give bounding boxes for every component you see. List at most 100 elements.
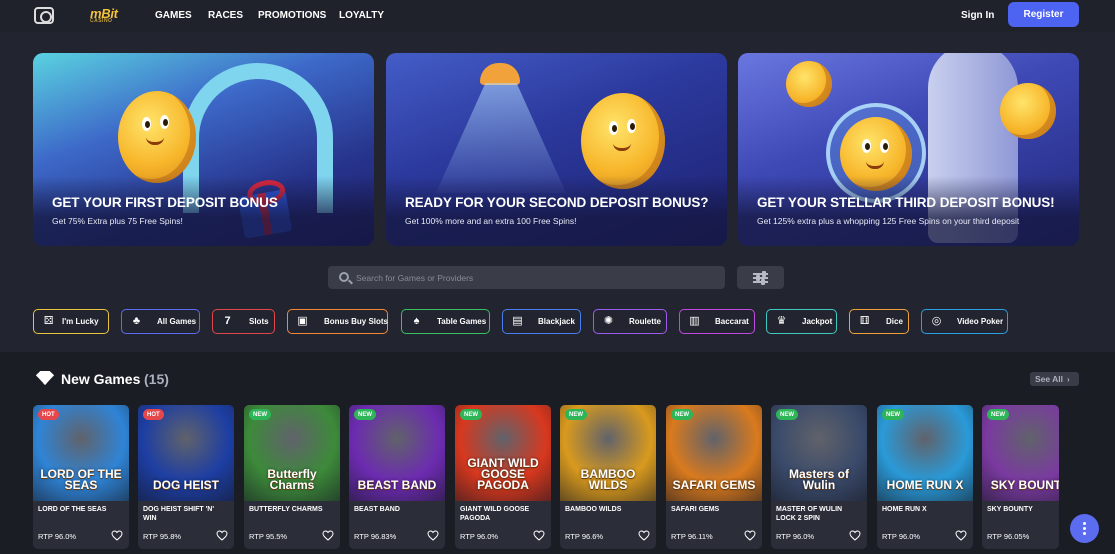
brand-logo[interactable]: mBit CASINO bbox=[90, 6, 118, 24]
chip-label: Dice bbox=[886, 317, 903, 326]
favorite-heart-icon[interactable] bbox=[955, 530, 967, 541]
game-name: GIANT WILD GOOSE PAGODA bbox=[460, 506, 530, 522]
category-chip-jackpot[interactable]: ♛ Jackpot bbox=[766, 309, 837, 334]
game-thumbnail[interactable]: NEW BAMBOO WILDS bbox=[560, 405, 656, 501]
game-thumbnail[interactable]: NEW GIANT WILD GOOSE PAGODA bbox=[455, 405, 551, 501]
game-card[interactable]: NEW Masters of Wulin MASTER OF WULIN LOCK … bbox=[771, 405, 867, 549]
more-options-button[interactable] bbox=[1070, 514, 1099, 543]
nav-games[interactable]: GAMES bbox=[155, 10, 208, 21]
chip-label: Jackpot bbox=[802, 317, 833, 326]
game-rtp: RTP 96.83% bbox=[354, 532, 397, 541]
game-thumbnail[interactable]: NEW Masters of Wulin bbox=[771, 405, 867, 501]
favorite-heart-icon[interactable] bbox=[216, 530, 228, 541]
game-card[interactable]: NEW BEAST BAND BEAST BAND RTP 96.83% bbox=[349, 405, 445, 549]
banner-subtitle: Get 125% extra plus a whopping 125 Free … bbox=[757, 216, 1020, 226]
favorite-heart-icon[interactable] bbox=[111, 530, 123, 541]
category-chip-dice[interactable]: ⚅ Dice bbox=[849, 309, 909, 334]
see-all-button[interactable]: See All › bbox=[1030, 372, 1079, 386]
game-tag-badge: NEW bbox=[460, 409, 482, 420]
nav-loyalty[interactable]: LOYALTY bbox=[339, 10, 384, 21]
category-chip-roulette[interactable]: ✺ Roulette bbox=[593, 309, 667, 334]
promo-banner-first-deposit[interactable]: GET YOUR FIRST DEPOSIT BONUS Get 75% Ext… bbox=[33, 53, 374, 246]
see-all-label: See All bbox=[1035, 374, 1064, 384]
filter-button[interactable] bbox=[737, 266, 784, 289]
game-rtp: RTP 96.0% bbox=[776, 532, 815, 541]
game-card[interactable]: NEW Butterfly Charms BUTTERFLY CHARMS RTP 9… bbox=[244, 405, 340, 549]
search-input[interactable] bbox=[356, 269, 716, 286]
category-chip-blackjack[interactable]: ▤ Blackjack bbox=[502, 309, 581, 334]
game-thumbnail[interactable]: NEW HOME RUN X bbox=[877, 405, 973, 501]
chevron-right-icon: › bbox=[1067, 374, 1070, 384]
game-name: SAFARI GEMS bbox=[671, 506, 720, 513]
game-tag-badge: NEW bbox=[882, 409, 904, 420]
game-card[interactable]: NEW BAMBOO WILDS BAMBOO WILDS RTP 96.6% bbox=[560, 405, 656, 549]
game-rtp: RTP 96.0% bbox=[460, 532, 499, 541]
game-tag-badge: NEW bbox=[776, 409, 798, 420]
blackjack-icon: ▤ bbox=[512, 315, 523, 327]
game-card[interactable]: NEW SKY BOUNTY SKY BOUNTY RTP 96.05% bbox=[982, 405, 1059, 549]
game-name: BUTTERFLY CHARMS bbox=[249, 506, 323, 513]
game-name: HOME RUN X bbox=[882, 506, 927, 513]
chip-label: Slots bbox=[249, 317, 269, 326]
favorite-heart-icon[interactable] bbox=[744, 530, 756, 541]
site-logo-icon[interactable] bbox=[34, 7, 54, 24]
category-chip-table-games[interactable]: ♠ Table Games bbox=[401, 309, 490, 334]
favorite-heart-icon[interactable] bbox=[427, 530, 439, 541]
nav-promotions[interactable]: PROMOTIONS bbox=[258, 10, 339, 21]
chip-label: Video Poker bbox=[957, 317, 1004, 326]
game-thumbnail[interactable]: NEW SKY BOUNTY bbox=[982, 405, 1059, 501]
chip-label: Baccarat bbox=[715, 317, 749, 326]
promo-banner-second-deposit[interactable]: READY FOR YOUR SECOND DEPOSIT BONUS? Get… bbox=[386, 53, 727, 246]
game-thumbnail[interactable]: NEW Butterfly Charms bbox=[244, 405, 340, 501]
game-card[interactable]: NEW GIANT WILD GOOSE PAGODA GIANT WILD GOO… bbox=[455, 405, 551, 549]
game-tag-badge: NEW bbox=[354, 409, 376, 420]
promo-banner-third-deposit[interactable]: GET YOUR STELLAR THIRD DEPOSIT BONUS! Ge… bbox=[738, 53, 1079, 246]
category-chip-slots[interactable]: 7 Slots bbox=[212, 309, 275, 334]
game-card[interactable]: HOT LORD OF THE SEAS LORD OF THE SEAS RTP 9… bbox=[33, 405, 129, 549]
favorite-heart-icon[interactable] bbox=[533, 530, 545, 541]
game-card[interactable]: NEW SAFARI GEMS SAFARI GEMS RTP 96.11% bbox=[666, 405, 762, 549]
game-thumbnail[interactable]: NEW SAFARI GEMS bbox=[666, 405, 762, 501]
game-logo-text: GIANT WILD GOOSE PAGODA bbox=[467, 456, 539, 492]
sign-in-link[interactable]: Sign In bbox=[961, 10, 994, 21]
cards-icon: ♣ bbox=[132, 315, 141, 327]
category-chip-all-games[interactable]: ♣ All Games bbox=[121, 309, 200, 334]
game-rtp: RTP 96.11% bbox=[671, 532, 713, 541]
game-logo-text: SAFARI GEMS bbox=[672, 478, 756, 492]
game-logo-text: DOG HEIST bbox=[152, 478, 219, 492]
game-rtp: RTP 96.0% bbox=[38, 532, 77, 541]
game-card[interactable]: NEW HOME RUN X HOME RUN X RTP 96.0% bbox=[877, 405, 973, 549]
favorite-heart-icon[interactable] bbox=[322, 530, 334, 541]
chip-label: All Games bbox=[157, 317, 197, 326]
category-chip-baccarat[interactable]: ▥ Baccarat bbox=[679, 309, 755, 334]
game-thumbnail[interactable]: NEW BEAST BAND bbox=[349, 405, 445, 501]
favorite-heart-icon[interactable] bbox=[638, 530, 650, 541]
category-chip-im-lucky[interactable]: ⚄ I'm Lucky bbox=[33, 309, 109, 334]
game-logo-text: SKY BOUNTY bbox=[990, 478, 1059, 492]
game-logo-text: BEAST BAND bbox=[357, 478, 437, 492]
chip-label: Blackjack bbox=[538, 317, 575, 326]
game-rtp: RTP 96.05% bbox=[987, 532, 1030, 541]
nav-races[interactable]: RACES bbox=[208, 10, 258, 21]
game-tag-badge: NEW bbox=[249, 409, 271, 420]
game-thumbnail[interactable]: HOT DOG HEIST bbox=[138, 405, 234, 501]
game-tag-badge: HOT bbox=[38, 409, 59, 420]
category-chip-bonus-buy-slots[interactable]: ▣ Bonus Buy Slots bbox=[287, 309, 388, 334]
category-chip-video-poker[interactable]: ◎ Video Poker bbox=[921, 309, 1008, 334]
game-rtp: RTP 95.5% bbox=[249, 532, 288, 541]
game-logo-text: BAMBOO WILDS bbox=[580, 467, 636, 492]
roulette-icon: ✺ bbox=[603, 315, 614, 327]
section-count: (15) bbox=[144, 371, 169, 387]
chip-label: Roulette bbox=[629, 317, 661, 326]
game-rtp: RTP 96.0% bbox=[882, 532, 921, 541]
game-logo-text: Butterfly Charms bbox=[267, 467, 317, 492]
game-card[interactable]: HOT DOG HEIST DOG HEIST SHIFT 'N' WIN RTP 9… bbox=[138, 405, 234, 549]
game-name: SKY BOUNTY bbox=[987, 506, 1033, 513]
game-rtp: RTP 95.8% bbox=[143, 532, 182, 541]
favorite-heart-icon[interactable] bbox=[849, 530, 861, 541]
section-title: New Games bbox=[61, 371, 141, 387]
game-thumbnail[interactable]: HOT LORD OF THE SEAS bbox=[33, 405, 129, 501]
game-name: DOG HEIST SHIFT 'N' WIN bbox=[143, 506, 214, 522]
register-button[interactable]: Register bbox=[1008, 2, 1079, 27]
dice-icon: ⚅ bbox=[859, 315, 870, 327]
